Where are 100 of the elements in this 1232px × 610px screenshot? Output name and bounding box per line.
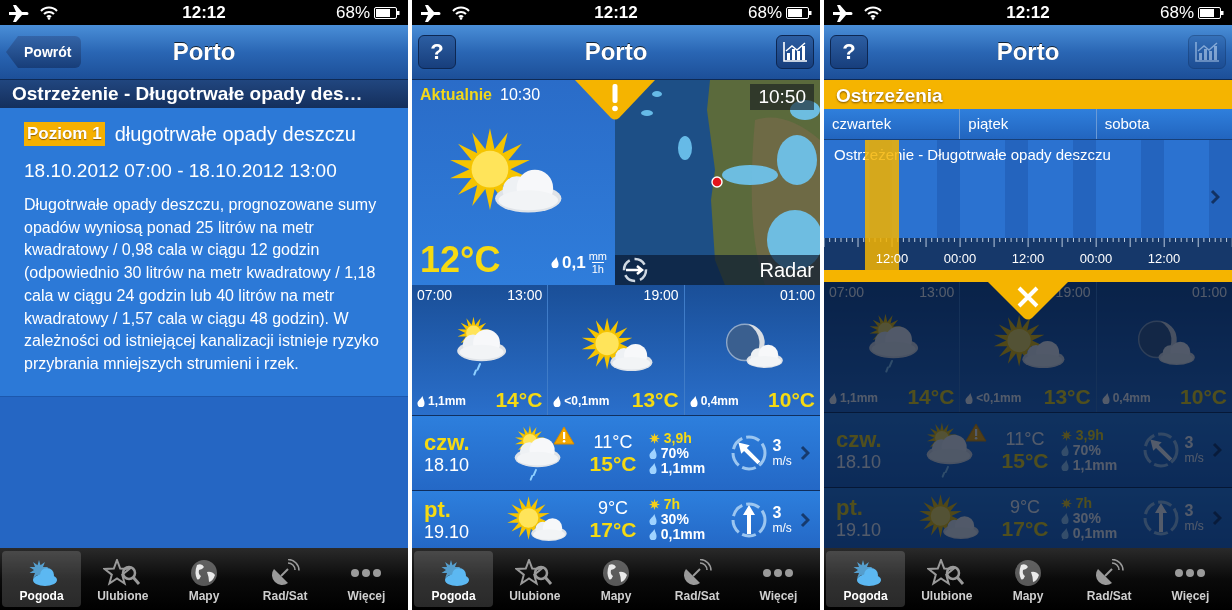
radar-time: 10:50: [750, 84, 814, 110]
precipitation-amount: 1,1mm: [840, 391, 879, 405]
sunshine-hours: 7h: [1075, 495, 1093, 511]
wind-speed: 3: [772, 438, 783, 454]
airplane-icon: [832, 3, 854, 22]
tab-item[interactable]: Pogoda: [414, 551, 494, 607]
tab-item[interactable]: Rad/Sat: [1069, 551, 1149, 607]
globe-icon: [1013, 559, 1043, 587]
precipitation-amount: 0,4mm: [1112, 391, 1151, 405]
hour-label: 01:00: [1191, 284, 1227, 300]
day-date: 19.10: [424, 521, 471, 542]
tab-item[interactable]: Rad/Sat: [657, 551, 737, 607]
tab-item[interactable]: Mapy: [576, 551, 656, 607]
drop-icon: [689, 395, 698, 407]
tab-item[interactable]: Pogoda: [826, 551, 906, 607]
drop-icon: [829, 392, 837, 404]
day-name: pt.: [836, 496, 864, 520]
tab-item[interactable]: Ulubione: [907, 551, 987, 607]
battery-percent: 68%: [747, 2, 782, 23]
satellite-dish-icon: [682, 559, 713, 587]
drop-icon: [1060, 512, 1069, 524]
min-temperature: 11°C: [1005, 428, 1045, 449]
battery-icon: [374, 6, 400, 19]
precipitation-amount: <0,1mm: [976, 391, 1022, 405]
hour-label: 13:00: [507, 287, 543, 303]
wind-speed: 3: [1184, 503, 1195, 519]
precipitation-amount: 1,1mm: [660, 460, 706, 476]
unit-numerator: mm: [588, 250, 607, 262]
temperature: 10°C: [768, 389, 815, 411]
current-temperature: 12°C: [420, 241, 501, 279]
precipitation-amount: 1,1mm: [1072, 457, 1118, 473]
status-time: 12:12: [1006, 2, 1050, 23]
chevron-icon: [800, 445, 810, 461]
day-column-header: czwartek: [824, 109, 961, 139]
sunshine-hours: 7h: [663, 497, 681, 512]
wind-direction-icon: [1142, 499, 1181, 537]
wind-direction-icon: [730, 500, 769, 539]
tab-item[interactable]: Rad/Sat: [245, 551, 325, 607]
day-date: 19.10: [836, 520, 883, 540]
drop-icon: [553, 395, 562, 407]
max-temperature: 15°C: [589, 451, 637, 475]
tab-item[interactable]: Więcej: [326, 551, 406, 607]
day-column-header: piątek: [960, 109, 1097, 139]
precipitation-chance: 30%: [660, 512, 689, 527]
battery-icon: [786, 6, 812, 19]
day-name: czw.: [836, 428, 883, 452]
star-search-icon: [514, 559, 555, 587]
sun-icon: [648, 499, 660, 510]
hour-label: 19:00: [643, 287, 679, 303]
drop-icon: [1060, 527, 1069, 539]
drop-icon: [417, 395, 425, 407]
chart-icon: [782, 41, 808, 63]
chevron-icon: [800, 511, 810, 528]
current-time: 10:30: [500, 86, 541, 104]
day-forecast-row[interactable]: czw. 18.10 11°C 15°C 3,9h 70% 1,1mm 3 m/s: [412, 416, 820, 491]
tab-item[interactable]: Więcej: [1150, 551, 1230, 607]
rotate-arrows-icon[interactable]: [621, 256, 649, 284]
wind-unit: m/s: [772, 454, 792, 468]
day-name: czw.: [424, 431, 471, 455]
wifi-icon: [452, 5, 470, 20]
day-date: 18.10: [424, 455, 471, 475]
precipitation-amount: 0,4mm: [700, 394, 739, 408]
battery-icon: [1198, 6, 1224, 19]
min-temperature: 9°C: [1009, 496, 1041, 517]
status-time: 12:12: [182, 2, 226, 23]
tab-item[interactable]: Mapy: [164, 551, 244, 607]
hour-label: 07:00: [417, 287, 453, 303]
star-search-icon: [102, 559, 143, 587]
wind-direction-icon: [1142, 431, 1181, 469]
help-button[interactable]: ?: [830, 35, 868, 69]
drop-icon: [1101, 392, 1110, 404]
timeline-time: 00:00: [942, 250, 978, 268]
temperature: 13°C: [631, 389, 679, 411]
day-forecast-row[interactable]: pt. 19.10 9°C 17°C 7h 30% 0,1mm 3 m/s: [412, 491, 820, 548]
unit-denominator: 1h: [591, 262, 604, 275]
warning-flag-icon[interactable]: [575, 80, 655, 120]
wind-speed: 3: [1184, 435, 1195, 451]
back-button[interactable]: Powrót: [6, 36, 82, 68]
drop-icon: [1060, 444, 1069, 456]
sun-icon: [1060, 497, 1072, 509]
sun-icon: [648, 432, 660, 444]
more-icon: [1173, 568, 1208, 578]
globe-icon: [189, 559, 219, 587]
chart-button[interactable]: [776, 35, 814, 69]
wifi-icon: [40, 5, 58, 20]
tab-item[interactable]: Pogoda: [2, 551, 82, 607]
tab-item[interactable]: Więcej: [738, 551, 818, 607]
precipitation-amount: 0,1mm: [1072, 525, 1118, 541]
drop-icon: [965, 392, 974, 404]
chevron-icon: [1212, 510, 1222, 526]
star-search-icon: [926, 559, 967, 587]
precipitation-chance: 70%: [660, 445, 689, 461]
tab-item[interactable]: Mapy: [988, 551, 1068, 607]
tab-item[interactable]: Ulubione: [495, 551, 575, 607]
max-temperature: 17°C: [589, 518, 637, 541]
precipitation-amount: <0,1mm: [564, 394, 610, 408]
tab-item[interactable]: Ulubione: [83, 551, 163, 607]
warning-headline: długotrwałe opady deszczu: [114, 122, 356, 146]
help-button[interactable]: ?: [418, 35, 456, 69]
warning-description: Długotrwałe opady deszczu, prognozowane sumy opadów wyniosą ponad 25 litrów na metr kwadratowy / 0,98 cala w ciągu 12 godzin (odpowiednio 30 litrów na metr kwadratowy / 1,18 cala w ciągu 24 godzin lub 40 litrów na metr kwadratowy / 1,57 cala w ciągu 48 godzin). W zależności od istniejącej kanalizacji istnieje ryzyko przybrania mniejszych strumieni i rzek.: [24, 195, 380, 374]
